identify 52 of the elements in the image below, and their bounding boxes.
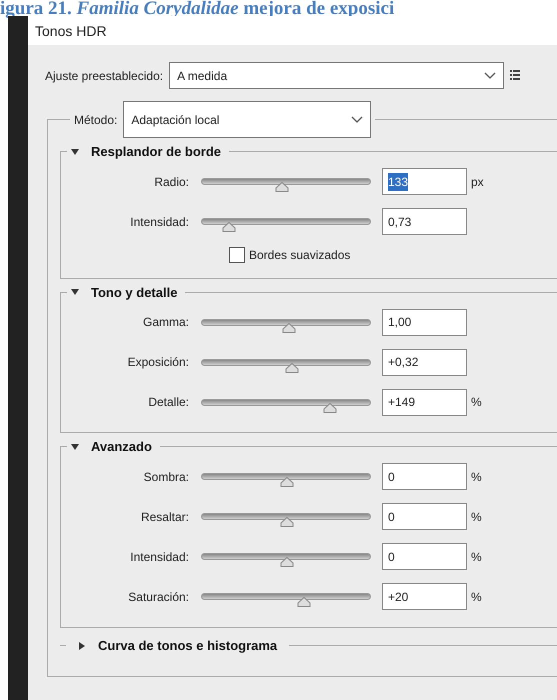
unit-label: % <box>471 588 482 606</box>
menu-list-icon[interactable] <box>510 70 520 81</box>
value-input[interactable]: 0 <box>382 463 467 490</box>
window-title: Tonos HDR <box>35 23 107 39</box>
unit-label: % <box>471 394 482 411</box>
slider-label: Exposición: <box>126 354 190 371</box>
slider-label: Radio: <box>153 174 190 190</box>
section-title[interactable]: Tono y detalle <box>91 282 178 302</box>
slider-thumb[interactable] <box>221 222 238 232</box>
value-input[interactable]: 133 <box>382 168 467 195</box>
preset-label: Ajuste preestablecido: <box>45 68 164 84</box>
slider-label: Detalle: <box>147 394 190 411</box>
value-input[interactable]: +20 <box>382 583 467 610</box>
unit-label: px <box>471 174 484 190</box>
slider-thumb[interactable] <box>279 477 295 487</box>
checkbox-label: Bordes suavizados <box>249 246 350 264</box>
collapse-triangle-icon[interactable] <box>71 288 79 296</box>
slider-label: Gamma: <box>142 314 190 331</box>
slider-thumb[interactable] <box>322 402 338 412</box>
value-input[interactable]: 0,73 <box>382 208 467 235</box>
method-label: Método: <box>74 112 118 128</box>
value-input[interactable]: +0,32 <box>382 348 467 376</box>
value-input[interactable]: +149 <box>382 388 467 416</box>
section-title[interactable]: Curva de tonos e histograma <box>98 636 278 656</box>
figure-caption: igura 21. Familia Corydalidae mejora de exposici <box>0 0 396 16</box>
collapse-triangle-icon[interactable] <box>71 442 79 451</box>
unit-label: % <box>471 548 482 566</box>
slider-thumb[interactable] <box>279 557 295 567</box>
slider-label: Saturación: <box>127 588 190 606</box>
chevron-down-icon <box>351 116 364 124</box>
method-dropdown[interactable]: Adaptación local <box>123 101 372 138</box>
value-input[interactable]: 1,00 <box>382 308 467 336</box>
preset-dropdown[interactable]: A medida <box>169 62 504 89</box>
slider-thumb[interactable] <box>274 182 290 192</box>
slider-label: Resaltar: <box>140 508 190 526</box>
collapse-triangle-icon[interactable] <box>71 148 79 156</box>
slider-thumb[interactable] <box>284 362 300 372</box>
chevron-down-icon <box>484 72 496 80</box>
checkbox[interactable] <box>229 246 245 262</box>
slider-label: Intensidad: <box>129 214 190 230</box>
unit-label: % <box>471 468 482 486</box>
section-title[interactable]: Avanzado <box>91 437 152 456</box>
slider-thumb[interactable] <box>279 517 295 527</box>
unit-label: % <box>471 508 482 526</box>
value-input[interactable]: 0 <box>382 503 467 530</box>
slider-label: Intensidad: <box>129 548 190 566</box>
slider-label: Sombra: <box>142 468 190 486</box>
slider-thumb[interactable] <box>296 597 312 607</box>
section-title[interactable]: Resplandor de borde <box>91 142 222 162</box>
expand-triangle-icon[interactable] <box>78 642 86 650</box>
slider-thumb[interactable] <box>280 322 297 332</box>
value-input[interactable]: 0 <box>382 543 467 570</box>
